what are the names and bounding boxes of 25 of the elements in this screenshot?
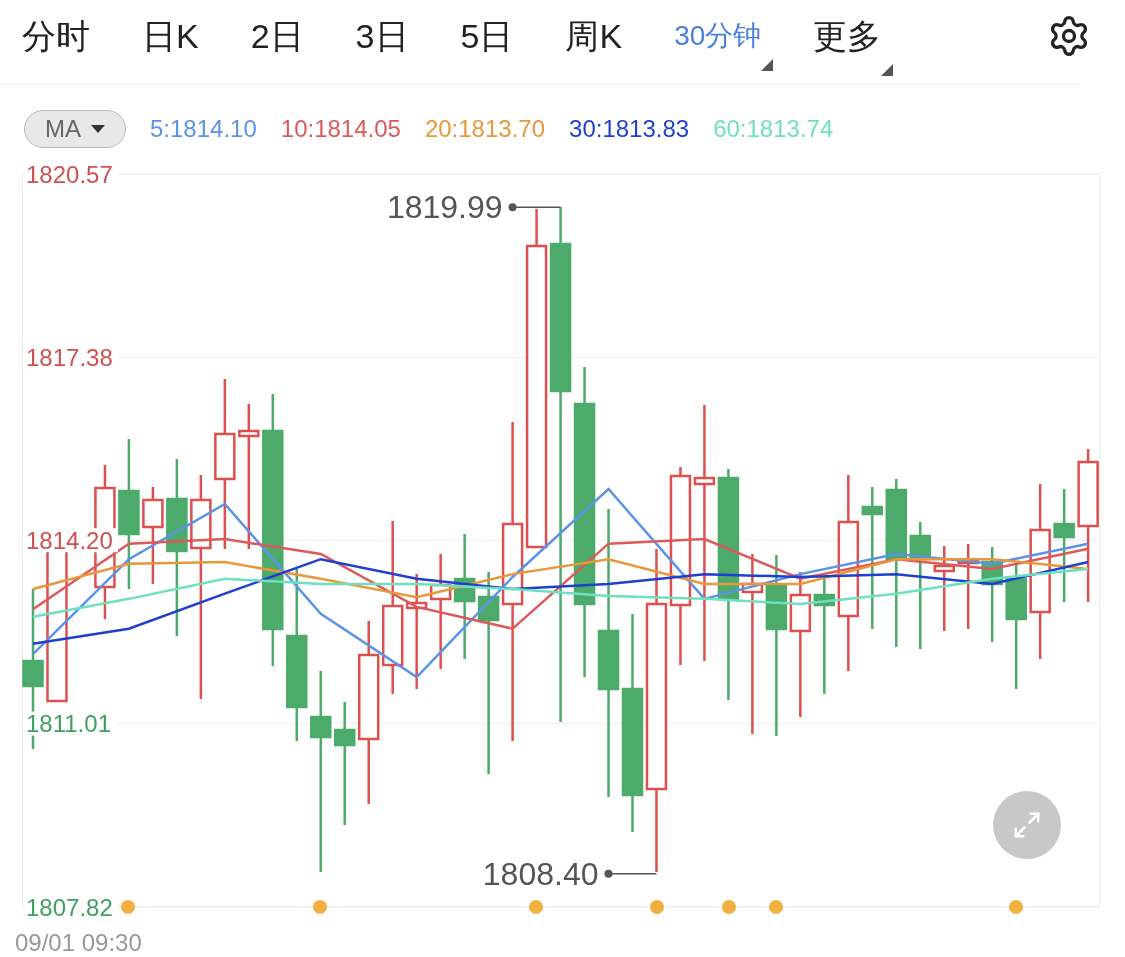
y-axis-label: 1807.82	[26, 893, 113, 921]
period-tab[interactable]: 周K	[565, 10, 623, 62]
period-tab[interactable]: 日K	[142, 10, 199, 62]
caret-icon	[91, 125, 105, 133]
period-tab[interactable]: 2日	[250, 10, 304, 62]
expand-icon	[1012, 810, 1042, 840]
ma-reading: 30:1813.83	[569, 114, 690, 144]
price-extreme-label: 1819.99	[386, 189, 503, 226]
time-axis-label: 09/01 09:30	[15, 929, 142, 956]
ma-reading: 20:1813.70	[424, 114, 546, 144]
indicator-dropdown[interactable]: MA	[24, 110, 126, 148]
price-extreme-label: 1808.40	[482, 855, 599, 892]
y-axis-label: 1811.01	[26, 710, 111, 738]
period-tab[interactable]: 3日	[355, 10, 409, 62]
y-axis-label: 1817.38	[26, 343, 113, 371]
period-tab[interactable]: 30分钟	[674, 15, 762, 57]
leader-line	[508, 203, 562, 212]
y-axis-label: 1820.57	[26, 160, 113, 188]
ma-reading: 5:1814.10	[150, 114, 257, 144]
y-axis-label: 1814.20	[26, 526, 113, 554]
ma-reading: 10:1814.05	[280, 114, 401, 144]
leader-line	[604, 869, 658, 878]
ma-reading: 60:1813.74	[713, 114, 834, 144]
period-tab[interactable]: 分时	[22, 10, 90, 62]
period-tab[interactable]: 5日	[460, 10, 514, 62]
